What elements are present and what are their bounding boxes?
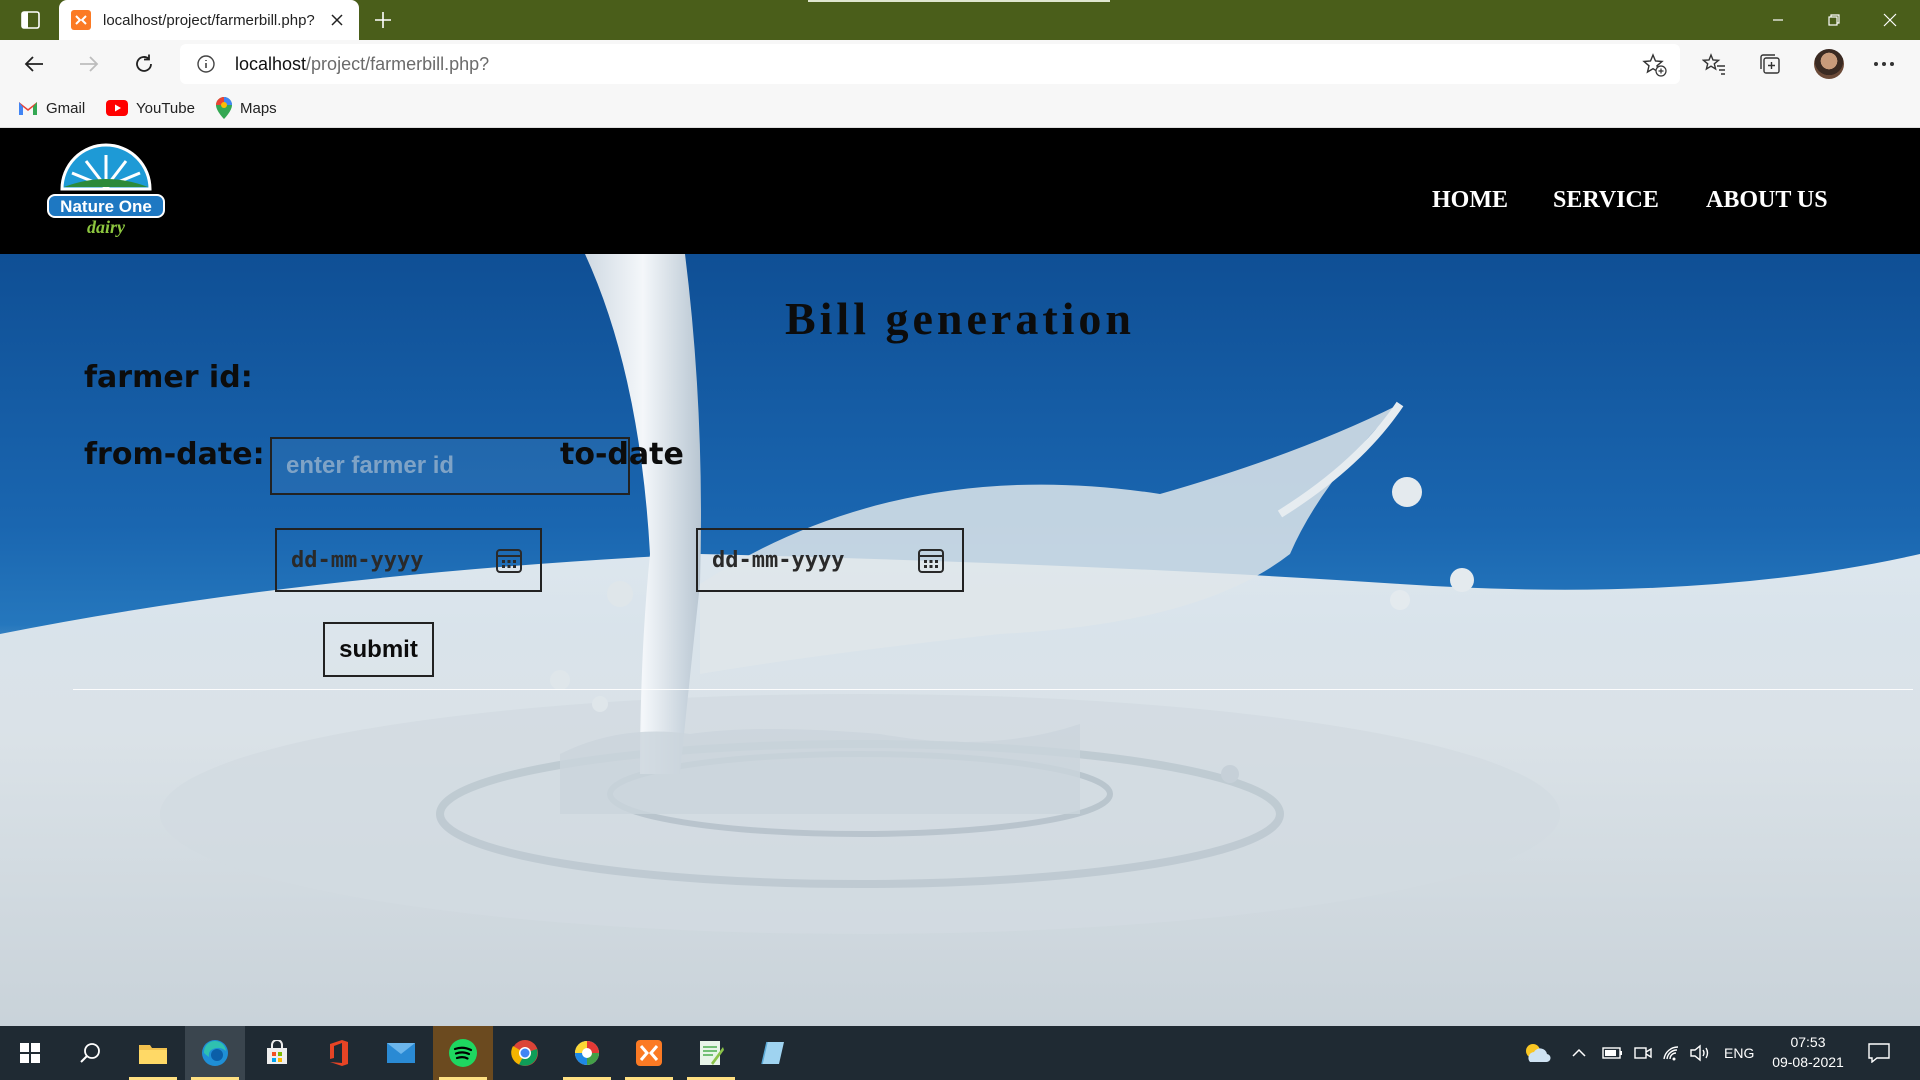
maps-pin-icon bbox=[216, 97, 232, 119]
profile-avatar[interactable] bbox=[1814, 49, 1844, 79]
volume-icon[interactable] bbox=[1690, 1026, 1712, 1080]
windows-start-icon[interactable] bbox=[0, 1026, 60, 1080]
clock-date: 09-08-2021 bbox=[1772, 1054, 1844, 1070]
notepad-plus-icon[interactable] bbox=[681, 1026, 741, 1080]
language-indicator[interactable]: ENG bbox=[1724, 1026, 1754, 1080]
search-icon[interactable] bbox=[60, 1026, 120, 1080]
svg-text:Nature One: Nature One bbox=[60, 197, 152, 216]
clock[interactable]: 07:53 09-08-2021 bbox=[1760, 1032, 1856, 1072]
calendar-icon[interactable] bbox=[494, 545, 524, 575]
forward-arrow-icon[interactable] bbox=[73, 48, 105, 80]
collections-icon[interactable] bbox=[1754, 48, 1786, 80]
mail-icon[interactable] bbox=[371, 1026, 431, 1080]
xampp-favicon-icon bbox=[71, 10, 91, 30]
spotify-icon[interactable] bbox=[433, 1026, 493, 1080]
youtube-icon bbox=[106, 100, 128, 116]
page-title: Bill generation bbox=[784, 293, 1136, 344]
to-date-input[interactable]: dd-mm-yyyy bbox=[696, 528, 964, 592]
browser-toolbar: localhost/project/farmerbill.php? bbox=[0, 40, 1920, 88]
color-picker-app-icon[interactable] bbox=[557, 1026, 617, 1080]
tab-close-icon[interactable] bbox=[327, 10, 347, 30]
reload-icon[interactable] bbox=[128, 48, 160, 80]
nature-one-logo[interactable]: Nature One dairy bbox=[44, 141, 168, 241]
add-favorite-star-icon[interactable] bbox=[1642, 52, 1668, 78]
url-text: localhost/project/farmerbill.php? bbox=[235, 54, 490, 74]
wifi-icon[interactable] bbox=[1662, 1026, 1682, 1080]
close-window-button[interactable] bbox=[1862, 0, 1918, 40]
site-info-icon[interactable] bbox=[196, 54, 216, 74]
calendar-icon[interactable] bbox=[916, 545, 946, 575]
weather-icon[interactable] bbox=[1522, 1026, 1552, 1080]
from-date-input[interactable]: dd-mm-yyyy bbox=[275, 528, 542, 592]
favorites-icon[interactable] bbox=[1698, 48, 1730, 80]
new-tab-button[interactable] bbox=[369, 6, 397, 34]
from-date-value: dd-mm-yyyy bbox=[291, 547, 424, 573]
bookmark-maps[interactable]: Maps bbox=[216, 96, 277, 120]
site-header: Nature One dairy HOME SERVICE ABOUT US bbox=[0, 129, 1920, 254]
nav-home[interactable]: HOME bbox=[1432, 187, 1508, 214]
submit-button[interactable]: submit bbox=[323, 622, 434, 677]
tab-actions-button[interactable] bbox=[14, 8, 48, 32]
titlebar-accent bbox=[808, 0, 1110, 2]
browser-tab-active[interactable]: localhost/project/farmerbill.php? bbox=[59, 0, 359, 40]
bookmark-gmail[interactable]: Gmail bbox=[18, 96, 85, 120]
hero-section: Bill generation farmer id: from-date: dd… bbox=[0, 254, 1920, 1026]
edge-browser-icon[interactable] bbox=[185, 1026, 245, 1080]
nav-about-us[interactable]: ABOUT US bbox=[1706, 187, 1828, 214]
restore-button[interactable] bbox=[1806, 0, 1862, 40]
form-divider bbox=[73, 689, 1913, 690]
more-options-icon[interactable] bbox=[1868, 48, 1900, 80]
battery-icon[interactable] bbox=[1602, 1026, 1624, 1080]
back-arrow-icon[interactable] bbox=[18, 48, 50, 80]
nav-service[interactable]: SERVICE bbox=[1553, 187, 1659, 214]
address-bar[interactable]: localhost/project/farmerbill.php? bbox=[180, 44, 1680, 84]
farmer-id-label: farmer id: bbox=[84, 360, 253, 395]
file-explorer-icon[interactable] bbox=[123, 1026, 183, 1080]
to-date-value: dd-mm-yyyy bbox=[712, 547, 845, 573]
gmail-icon bbox=[19, 102, 37, 115]
xampp-icon[interactable] bbox=[619, 1026, 679, 1080]
chrome-icon[interactable] bbox=[495, 1026, 555, 1080]
minimize-button[interactable] bbox=[1750, 0, 1806, 40]
meet-now-icon[interactable] bbox=[1634, 1026, 1652, 1080]
tab-title: localhost/project/farmerbill.php? bbox=[103, 11, 315, 29]
browser-titlebar: localhost/project/farmerbill.php? bbox=[0, 0, 1920, 40]
from-date-label: from-date: bbox=[84, 437, 265, 472]
svg-text:dairy: dairy bbox=[87, 217, 126, 237]
office-icon[interactable] bbox=[309, 1026, 369, 1080]
bookmarks-bar: Gmail YouTube Maps bbox=[0, 88, 1920, 128]
windows-taskbar: ENG 07:53 09-08-2021 bbox=[0, 1026, 1920, 1080]
bookmark-youtube[interactable]: YouTube bbox=[106, 96, 195, 120]
chevron-up-icon[interactable] bbox=[1572, 1026, 1586, 1080]
clock-time: 07:53 bbox=[1790, 1034, 1826, 1050]
to-date-label: to-date bbox=[560, 437, 684, 472]
sticky-notes-icon[interactable] bbox=[743, 1026, 803, 1080]
store-icon[interactable] bbox=[247, 1026, 307, 1080]
notifications-icon[interactable] bbox=[1868, 1026, 1890, 1080]
milk-splash-background bbox=[0, 254, 1920, 1026]
